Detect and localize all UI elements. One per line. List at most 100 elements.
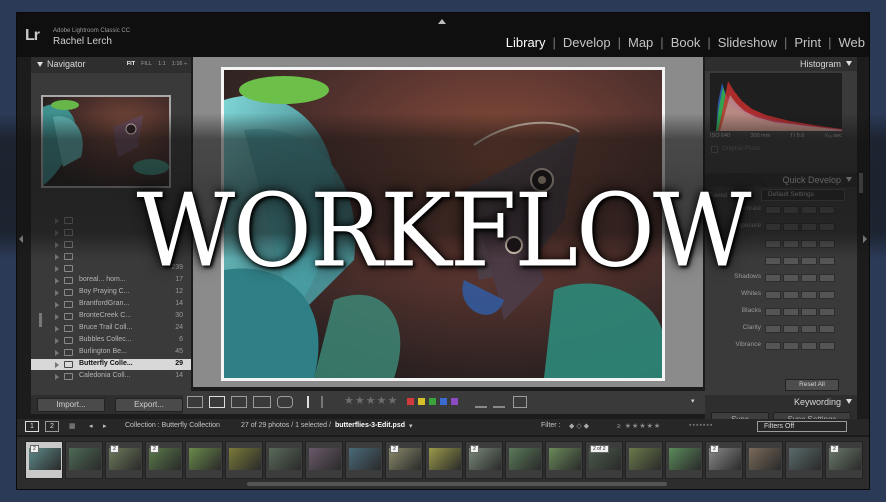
adjust-step-button[interactable] bbox=[801, 342, 817, 350]
adjust-step-button[interactable] bbox=[801, 325, 817, 333]
collection-row[interactable]: BronteCreek C... 30 bbox=[31, 311, 191, 322]
survey-view-icon[interactable] bbox=[253, 396, 271, 408]
filmstrip-thumbnail[interactable] bbox=[185, 441, 223, 479]
adjust-step-button[interactable] bbox=[819, 342, 835, 350]
adjust-step-button[interactable] bbox=[783, 342, 799, 350]
filmstrip-thumbnail[interactable] bbox=[345, 441, 383, 479]
collection-row[interactable]: BrantfordGran... 14 bbox=[31, 299, 191, 310]
expand-triangle-icon[interactable] bbox=[55, 302, 59, 308]
star-rating[interactable]: ★★★★★ bbox=[344, 394, 398, 407]
collection-row[interactable]: Burlington Be... 45 bbox=[31, 347, 191, 358]
filmstrip-thumbnail[interactable] bbox=[665, 441, 703, 479]
adjust-step-button[interactable] bbox=[801, 291, 817, 299]
adjust-step-button[interactable] bbox=[765, 291, 781, 299]
expand-triangle-icon[interactable] bbox=[55, 290, 59, 296]
adjust-step-button[interactable] bbox=[801, 308, 817, 316]
color-label-green[interactable] bbox=[429, 398, 436, 405]
flag-icon[interactable] bbox=[307, 396, 315, 408]
zoom-option[interactable]: 1:1 bbox=[158, 61, 166, 67]
top-panel-toggle-icon[interactable] bbox=[438, 19, 446, 24]
filmstrip-thumbnail[interactable]: 2 bbox=[705, 441, 743, 479]
filmstrip-thumbnail[interactable] bbox=[265, 441, 303, 479]
color-label-blue[interactable] bbox=[440, 398, 447, 405]
loupe-view-icon[interactable] bbox=[209, 396, 225, 408]
expand-triangle-icon[interactable] bbox=[55, 326, 59, 332]
crop-overlay-icon[interactable] bbox=[513, 396, 527, 408]
filmstrip-thumbnail[interactable]: 2 bbox=[825, 441, 863, 479]
adjust-step-button[interactable] bbox=[783, 308, 799, 316]
adjust-step-button[interactable] bbox=[783, 291, 799, 299]
filmstrip-thumbnail[interactable]: 2 bbox=[465, 441, 503, 479]
rating-filter-stars[interactable]: ≥ ★★★★★ bbox=[617, 422, 661, 430]
filmstrip-thumbnail[interactable]: 2 bbox=[25, 441, 63, 479]
stack-badge[interactable]: 2 bbox=[30, 445, 39, 453]
filmstrip-thumbnail[interactable]: 2 of 2 bbox=[585, 441, 623, 479]
filmstrip-thumbnail[interactable] bbox=[625, 441, 663, 479]
stack-badge[interactable]: 2 bbox=[470, 445, 479, 453]
selected-filename[interactable]: butterflies-3-Edit.psd bbox=[335, 422, 405, 429]
adjust-step-button[interactable] bbox=[765, 342, 781, 350]
filmstrip-source[interactable]: Collection : Butterfly Collection bbox=[125, 422, 220, 429]
color-label-purple[interactable] bbox=[451, 398, 458, 405]
histogram-header[interactable]: Histogram bbox=[705, 57, 857, 71]
flag-filter-icons[interactable]: ◆ ◇ ◆ bbox=[569, 422, 589, 430]
filmstrip-thumbnail[interactable]: 2 bbox=[105, 441, 143, 479]
adjust-step-button[interactable] bbox=[765, 308, 781, 316]
expand-triangle-icon[interactable] bbox=[55, 374, 59, 380]
zoom-option[interactable]: FILL bbox=[141, 61, 152, 67]
stack-badge[interactable]: 2 bbox=[390, 445, 399, 453]
filmstrip-thumbnail[interactable] bbox=[745, 441, 783, 479]
expand-triangle-icon[interactable] bbox=[55, 362, 59, 368]
filmstrip-scrollbar[interactable] bbox=[247, 482, 667, 486]
adjust-step-button[interactable] bbox=[819, 291, 835, 299]
grid-view-icon[interactable] bbox=[187, 396, 203, 408]
adjust-step-button[interactable] bbox=[819, 325, 835, 333]
adjust-step-button[interactable] bbox=[783, 325, 799, 333]
toolbar-menu-chevron-icon[interactable]: ▾ bbox=[691, 397, 695, 405]
collapse-triangle-icon[interactable] bbox=[846, 399, 852, 404]
grid-icon[interactable]: ▦ bbox=[69, 422, 76, 430]
zoom-option[interactable]: FIT bbox=[127, 61, 135, 67]
stack-badge[interactable]: 2 of 2 bbox=[590, 445, 609, 453]
filmstrip-thumbnail[interactable] bbox=[65, 441, 103, 479]
compare-view-icon[interactable] bbox=[231, 396, 247, 408]
filmstrip-thumbnail[interactable] bbox=[425, 441, 463, 479]
filmstrip-thumbnail[interactable] bbox=[545, 441, 583, 479]
keywording-header[interactable]: Keywording bbox=[705, 395, 857, 409]
collection-row[interactable]: Caledonia Coll... 14 bbox=[31, 371, 191, 382]
original-photo-checkbox[interactable] bbox=[711, 146, 718, 153]
adjust-step-button[interactable] bbox=[765, 325, 781, 333]
back-arrow-icon[interactable]: ◂ bbox=[89, 422, 93, 430]
expand-triangle-icon[interactable] bbox=[55, 338, 59, 344]
navigator-header[interactable]: Navigator FIT FILL 1:1 1:16 ÷ bbox=[31, 57, 191, 73]
filmstrip-thumbnail[interactable] bbox=[505, 441, 543, 479]
histogram-graph[interactable] bbox=[710, 73, 842, 131]
reset-all-button[interactable]: Reset All bbox=[785, 379, 839, 391]
color-label-yellow[interactable] bbox=[418, 398, 425, 405]
collapse-triangle-icon[interactable] bbox=[37, 62, 43, 67]
adjust-step-button[interactable] bbox=[819, 308, 835, 316]
collection-row[interactable]: Bubbles Collec... 6 bbox=[31, 335, 191, 346]
module-library[interactable]: Library bbox=[506, 35, 546, 50]
module-slideshow[interactable]: Slideshow bbox=[718, 35, 777, 50]
stack-badge[interactable]: 2 bbox=[710, 445, 719, 453]
rotate-left-icon[interactable] bbox=[475, 396, 487, 408]
module-book[interactable]: Book bbox=[671, 35, 701, 50]
left-panel-scrollbar[interactable] bbox=[39, 313, 42, 327]
stack-badge[interactable]: 2 bbox=[830, 445, 839, 453]
zoom-option[interactable]: 1:16 ÷ bbox=[172, 61, 187, 67]
expand-triangle-icon[interactable] bbox=[55, 350, 59, 356]
collapse-triangle-icon[interactable] bbox=[846, 61, 852, 66]
people-view-icon[interactable] bbox=[277, 396, 293, 408]
collection-row[interactable]: Bruce Trail Coll... 24 bbox=[31, 323, 191, 334]
expand-triangle-icon[interactable] bbox=[55, 314, 59, 320]
color-label-red[interactable] bbox=[407, 398, 414, 405]
module-web[interactable]: Web bbox=[839, 35, 866, 50]
filmstrip-thumbnail[interactable] bbox=[305, 441, 343, 479]
stack-badge[interactable]: 2 bbox=[110, 445, 119, 453]
import-button[interactable]: Import... bbox=[37, 398, 105, 412]
second-window-button[interactable]: 2 bbox=[45, 421, 59, 432]
filmstrip-thumbnail[interactable] bbox=[785, 441, 823, 479]
filmstrip-thumbnail[interactable] bbox=[225, 441, 263, 479]
color-filter-icons[interactable]: ▪▪▪▪▪▪▪ bbox=[689, 422, 713, 429]
